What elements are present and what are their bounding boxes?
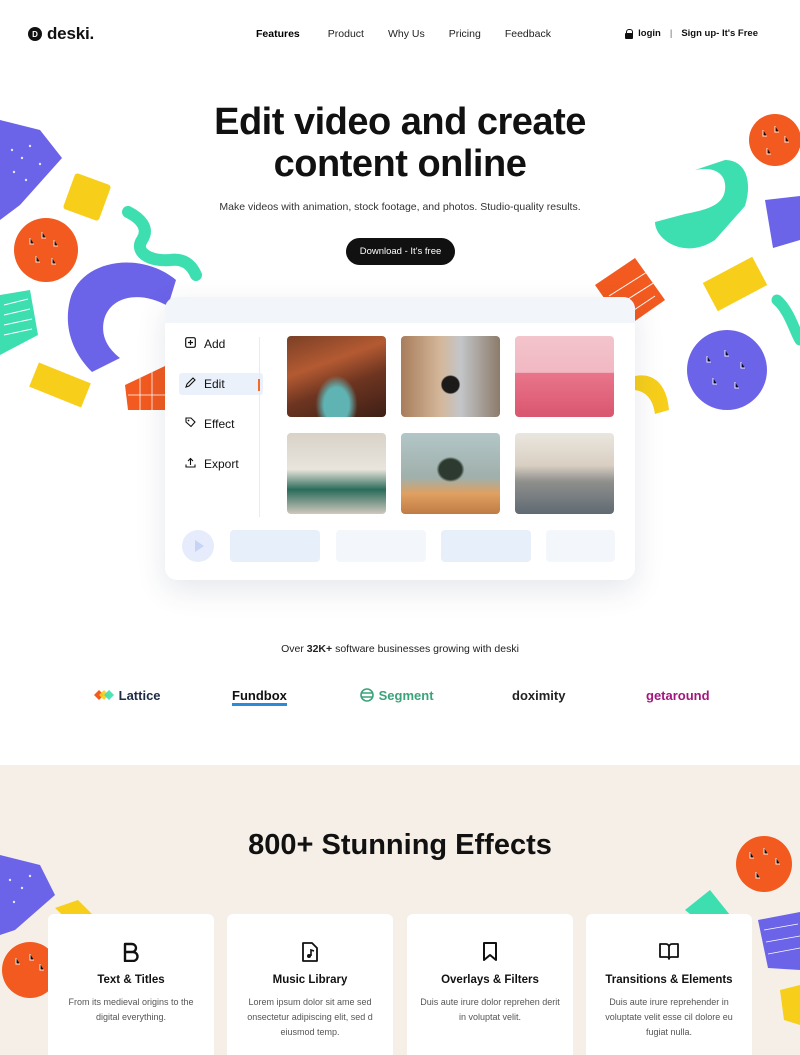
- sidebar-divider: [259, 337, 260, 517]
- trust-suffix: software businesses growing with deski: [332, 643, 519, 655]
- thumbnail-pink-building[interactable]: [515, 336, 614, 417]
- auth-separator: |: [669, 28, 673, 39]
- timeline-block[interactable]: [230, 530, 320, 562]
- plus-square-icon: [183, 337, 197, 351]
- sidebar-item-export[interactable]: Export: [179, 453, 263, 475]
- login-link[interactable]: login: [638, 28, 661, 39]
- thumbnail-woman-on-cliff[interactable]: [515, 433, 614, 514]
- trust-count: 32K+: [306, 643, 333, 655]
- music-file-icon: [299, 942, 321, 964]
- editor-sidebar: Add Edit Effect Export: [179, 333, 263, 493]
- client-logos: Lattice Fundbox Segment doximity getarou…: [0, 688, 800, 710]
- feature-card-text-titles[interactable]: Text & Titles From its medieval origins …: [48, 914, 214, 1055]
- hero-title: Edit video and create content online: [0, 101, 800, 185]
- active-marker: [258, 379, 260, 391]
- upload-icon: [183, 457, 197, 471]
- timeline-block[interactable]: [546, 530, 615, 562]
- logo-fundbox: Fundbox: [232, 688, 287, 706]
- bold-icon: [120, 942, 142, 964]
- feature-card-music-library[interactable]: Music Library Lorem ipsum dolor sit ame …: [227, 914, 393, 1055]
- menu-item-pricing[interactable]: Pricing: [449, 28, 481, 40]
- sidebar-item-label: Edit: [204, 377, 225, 391]
- thumbnail-woman-on-steps[interactable]: [401, 336, 500, 417]
- menu-item-product[interactable]: Product: [328, 28, 364, 40]
- logo[interactable]: D deski.: [28, 24, 94, 44]
- hero-subtitle: Make videos with animation, stock footag…: [219, 201, 581, 213]
- card-text: Lorem ipsum dolor sit ame sed onsectetur…: [247, 997, 373, 1037]
- download-button[interactable]: Download - It's free: [346, 238, 455, 265]
- sidebar-item-label: Add: [204, 337, 226, 351]
- book-open-icon: [658, 942, 680, 964]
- media-grid: [287, 336, 617, 514]
- top-navbar: D deski. Features Product Why Us Pricing…: [0, 0, 800, 68]
- logo-segment-text: Segment: [378, 688, 434, 703]
- timeline-block[interactable]: [336, 530, 426, 562]
- logo-segment: Segment: [359, 688, 434, 703]
- timeline-block[interactable]: [441, 530, 531, 562]
- card-title: Overlays & Filters: [441, 974, 539, 986]
- logo-doximity: doximity: [512, 688, 566, 703]
- auth-links: login | Sign up- It's Free: [625, 28, 758, 39]
- sidebar-item-add[interactable]: Add: [179, 333, 263, 355]
- bookmark-icon: [479, 942, 501, 964]
- pencil-icon: [183, 377, 197, 391]
- logo-getaround: getaround: [646, 688, 710, 703]
- effects-title: 800+ Stunning Effects: [248, 829, 552, 861]
- logo-mark: D: [28, 27, 42, 41]
- segment-mark-icon: [360, 688, 374, 702]
- card-title: Transitions & Elements: [605, 974, 733, 986]
- main-menu: Features Product Why Us Pricing Feedback: [256, 28, 575, 40]
- sidebar-item-label: Effect: [204, 417, 235, 431]
- menu-item-features[interactable]: Features: [256, 28, 300, 40]
- hero-title-line-1: Edit video and create: [214, 101, 586, 143]
- card-title: Text & Titles: [97, 974, 165, 986]
- feature-card-transitions-elements[interactable]: Transitions & Elements Duis aute irure r…: [586, 914, 752, 1055]
- lock-icon: [625, 28, 634, 39]
- sidebar-item-label: Export: [204, 457, 239, 471]
- card-text: From its medieval origins to the digital…: [68, 997, 194, 1022]
- feature-card-overlays-filters[interactable]: Overlays & Filters Duis aute irure dolor…: [407, 914, 573, 1055]
- thumbnail-living-room[interactable]: [287, 433, 386, 514]
- lattice-mark-icon: [94, 690, 114, 700]
- signup-link[interactable]: Sign up- It's Free: [681, 28, 758, 39]
- effects-section: 800+ Stunning Effects Text & Titles From…: [0, 765, 800, 1055]
- card-text: Duis aute irure reprehender in voluptate…: [605, 997, 733, 1037]
- hero-title-line-2: content online: [273, 143, 527, 185]
- card-text: Duis aute irure dolor reprehen derit in …: [420, 997, 560, 1022]
- editor-top-bar: [165, 297, 635, 323]
- menu-item-feedback[interactable]: Feedback: [505, 28, 551, 40]
- play-button[interactable]: [182, 530, 214, 562]
- sidebar-item-edit[interactable]: Edit: [179, 373, 263, 395]
- thumbnail-person-crouching[interactable]: [401, 433, 500, 514]
- trust-prefix: Over: [281, 643, 307, 655]
- editor-preview-card: Add Edit Effect Export: [165, 297, 635, 580]
- trust-text: Over 32K+ software businesses growing wi…: [0, 643, 800, 655]
- card-title: Music Library: [272, 974, 348, 986]
- logo-text: deski.: [47, 24, 94, 43]
- tag-icon: [183, 417, 197, 431]
- logo-lattice-text: Lattice: [118, 688, 161, 703]
- logo-lattice: Lattice: [93, 688, 161, 703]
- menu-item-why-us[interactable]: Why Us: [388, 28, 425, 40]
- sidebar-item-effect[interactable]: Effect: [179, 413, 263, 435]
- thumbnail-canyon[interactable]: [287, 336, 386, 417]
